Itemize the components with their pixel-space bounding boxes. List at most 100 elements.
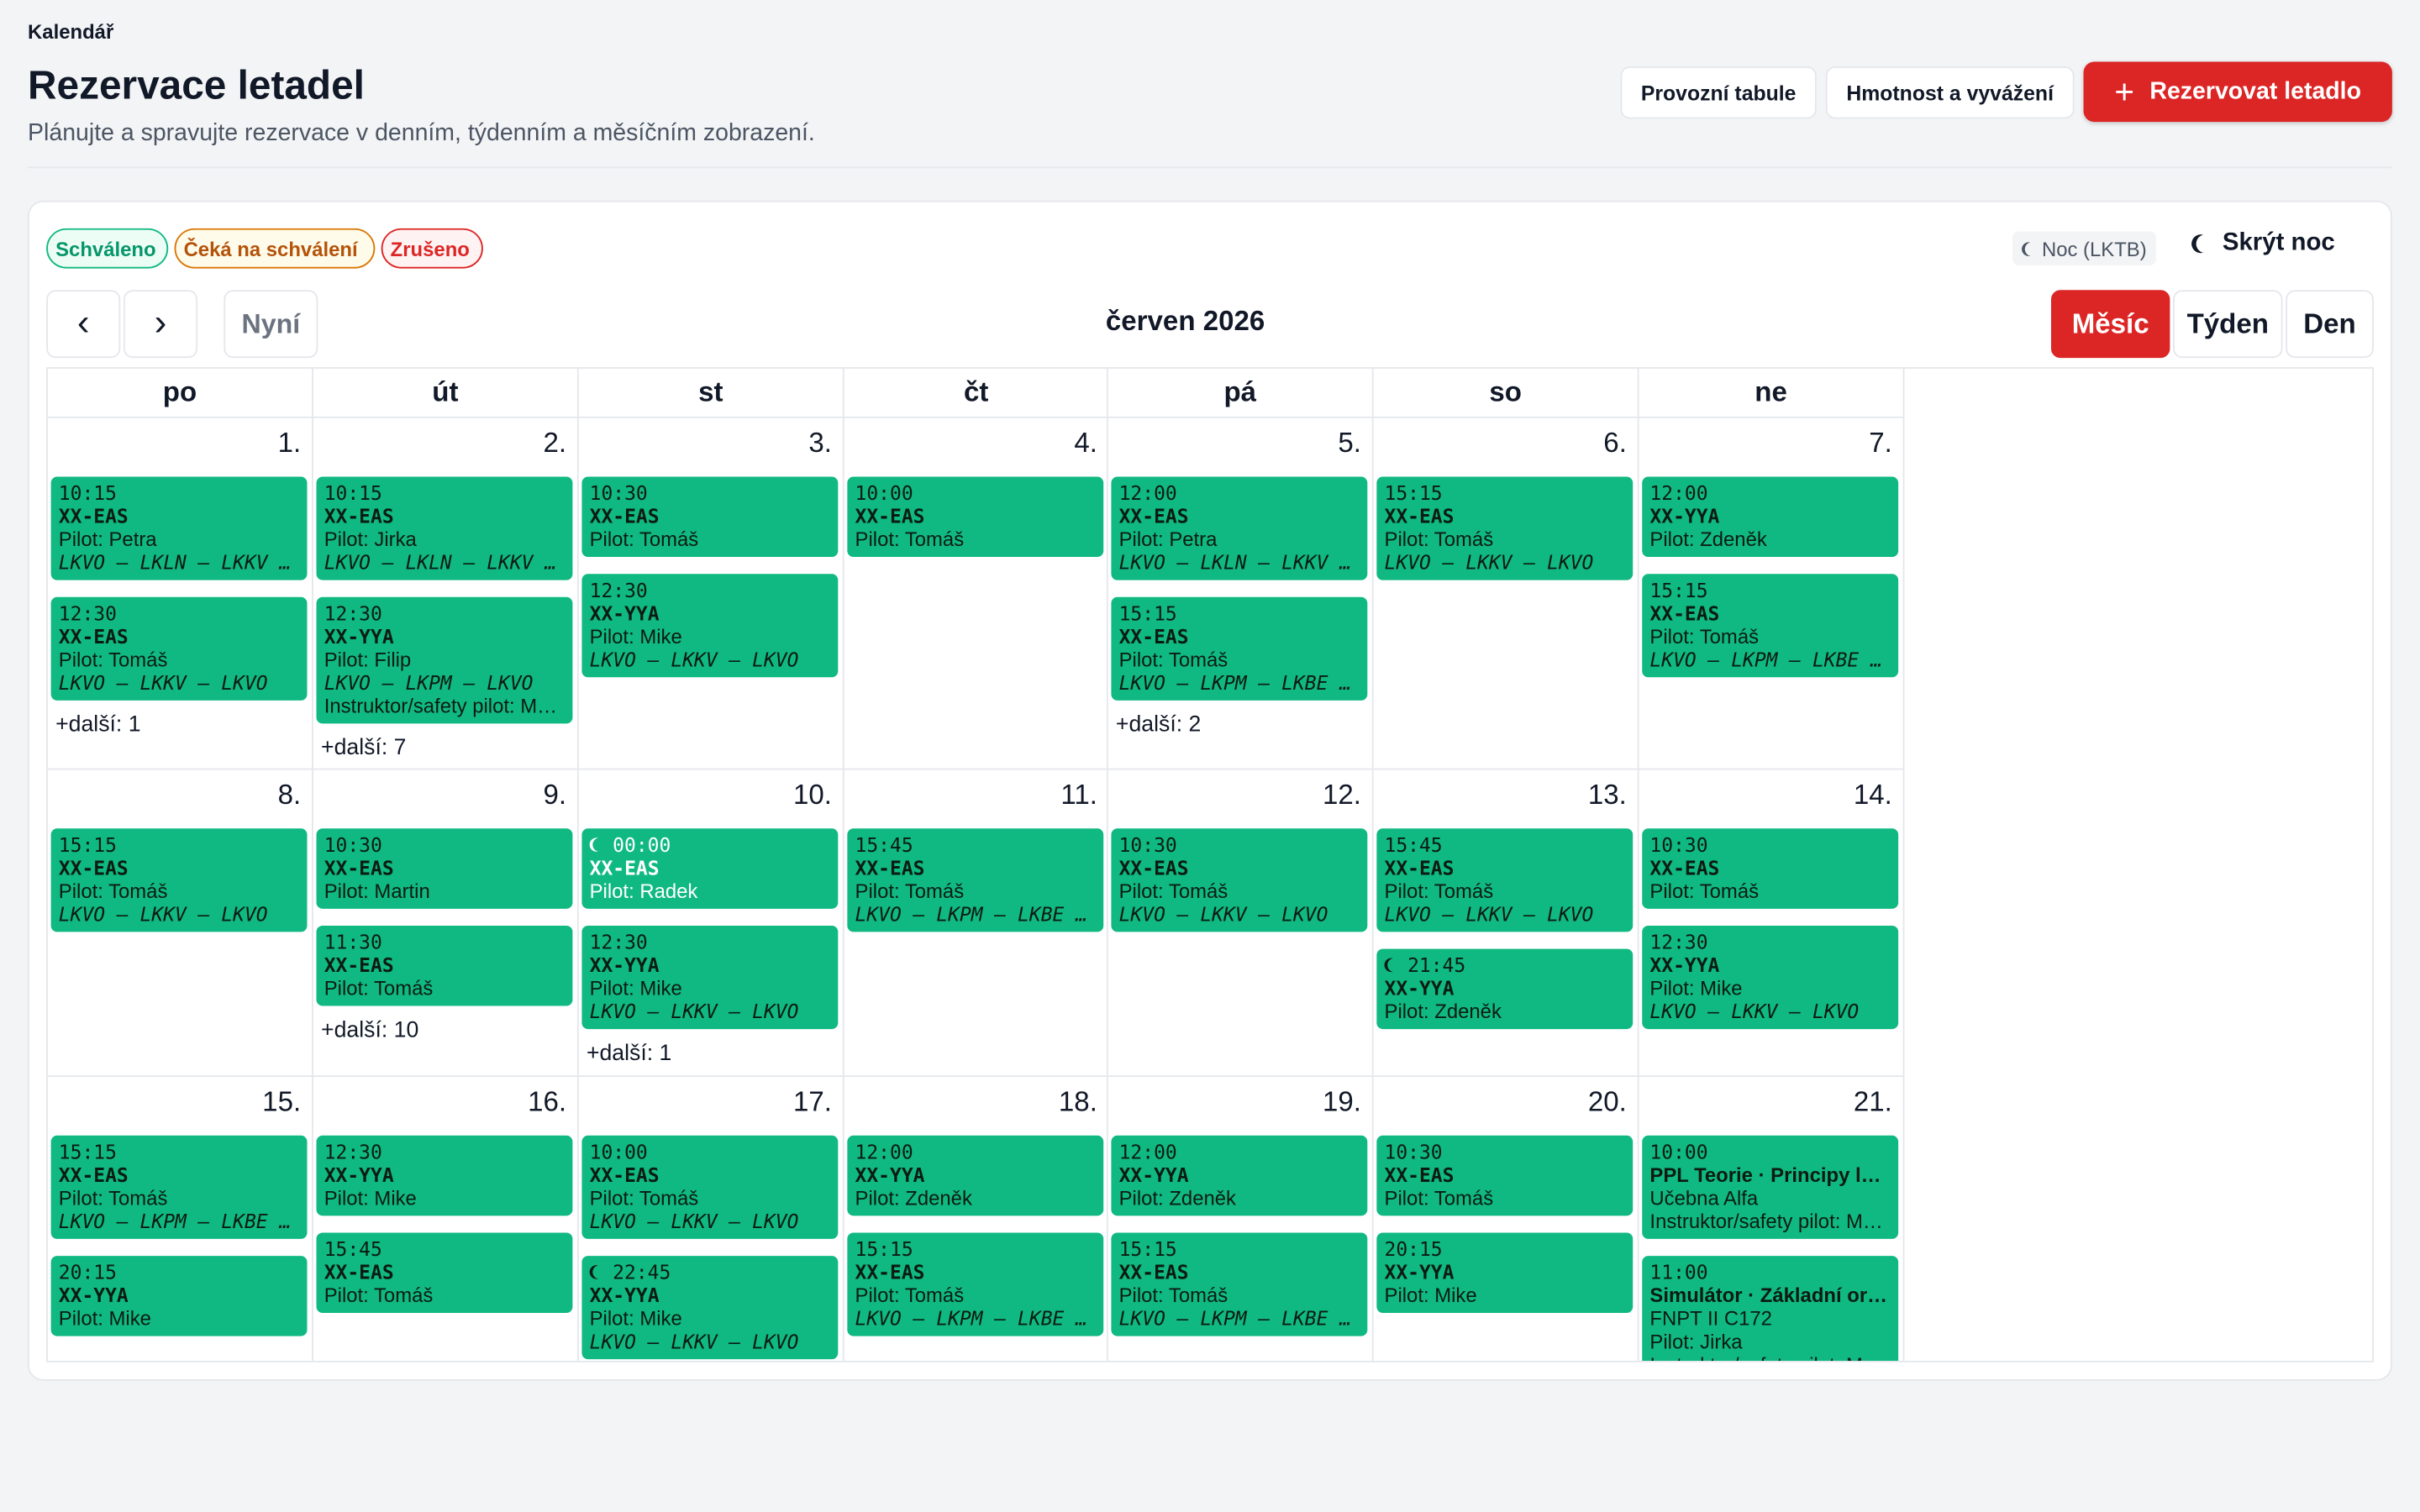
event-time: 15:15 <box>1649 579 1891 602</box>
booking-event[interactable]: 12:30 XX-EAS Pilot: Tomáš LKVO – LKKV – LKV… <box>50 596 308 701</box>
booking-event[interactable]: 12:30 XX-YYA Pilot: Filip LKVO – LKPM – LKV… <box>316 596 573 724</box>
booking-event[interactable]: 12:30 XX-YYA Pilot: Mike LKVO – LKKV – LKVO <box>581 926 839 1030</box>
day-number[interactable]: 17. <box>755 1086 832 1119</box>
event-pilot: Pilot: Tomáš <box>58 1186 168 1210</box>
booking-event[interactable]: 15:15 XX-EAS Pilot: Tomáš LKVO – LKPM – LKB… <box>847 1232 1104 1336</box>
booking-event[interactable]: 12:00 XX-YYA Pilot: Zdeněk <box>1111 1135 1368 1216</box>
day-number[interactable]: 14. <box>1815 780 1892 812</box>
booking-event[interactable]: 20:15 XX-YYA Pilot: Mike <box>50 1256 308 1336</box>
day-number[interactable]: 18. <box>1020 1086 1097 1119</box>
day-number[interactable]: 13. <box>1549 780 1627 812</box>
event-aircraft: XX-EAS <box>855 1260 925 1284</box>
booking-event[interactable]: 12:30 XX-YYA Pilot: Mike LKVO – LKKV – LKVO <box>581 574 839 678</box>
booking-event[interactable]: 10:15 XX-EAS Pilot: Petra LKVO – LKLN – LKK… <box>50 476 308 580</box>
booking-event[interactable]: 10:30 XX-EAS Pilot: Tomáš <box>1642 828 1899 909</box>
day-number[interactable]: 7. <box>1815 428 1892 460</box>
booking-event[interactable]: 15:15 XX-EAS Pilot: Tomáš LKVO – LKPM – LKB… <box>50 1135 308 1239</box>
today-button[interactable]: Nyní <box>224 290 318 359</box>
weight-balance-button[interactable]: Hmotnost a vyvážení <box>1825 66 2075 119</box>
day-number[interactable]: 21. <box>1815 1086 1892 1119</box>
day-number[interactable]: 1. <box>224 428 302 460</box>
more-events-link[interactable]: +další: 1 <box>55 713 140 738</box>
moon-icon <box>2196 234 2215 253</box>
booking-event[interactable]: 22:45 XX-YYA Pilot: Mike LKVO – LKKV – LKVO <box>581 1256 839 1360</box>
booking-event[interactable]: 21:45 XX-YYA Pilot: Zdeněk <box>1376 948 1634 1030</box>
day-number[interactable]: 2. <box>489 428 566 460</box>
view-week-button[interactable]: Týden <box>2173 290 2283 359</box>
event-time-text: 10:15 <box>58 481 117 505</box>
event-time: 10:15 <box>324 481 566 505</box>
event-route: LKVO – LKPM – LKBE – LKVO <box>855 902 1097 927</box>
day-number[interactable]: 9. <box>489 780 566 812</box>
day-number[interactable]: 6. <box>1549 428 1627 460</box>
booking-event[interactable]: 15:45 XX-EAS Pilot: Tomáš <box>316 1232 573 1314</box>
booking-event[interactable]: 12:00 XX-YYA Pilot: Zdeněk <box>847 1135 1104 1216</box>
booking-event[interactable]: 15:15 XX-EAS Pilot: Tomáš LKVO – LKKV – LKV… <box>50 828 308 932</box>
event-time-text: 15:45 <box>324 1237 382 1261</box>
day-number[interactable]: 5. <box>1284 428 1361 460</box>
event-pilot: Pilot: Tomáš <box>855 528 965 551</box>
booking-event[interactable]: 11:00Simulátor · Základní orientaceFNPT … <box>1642 1256 1899 1361</box>
view-month-button[interactable]: Měsíc <box>2050 290 2170 359</box>
day-number[interactable]: 20. <box>1549 1086 1627 1119</box>
more-events-link[interactable]: +další: 1 <box>587 1042 671 1066</box>
day-number[interactable]: 10. <box>755 780 832 812</box>
more-events-link[interactable]: +další: 2 <box>1116 713 1201 738</box>
day-number[interactable]: 11. <box>1020 780 1097 812</box>
booking-event[interactable]: 15:45 XX-EAS Pilot: Tomáš LKVO – LKPM – LKB… <box>847 828 1104 932</box>
moon-icon <box>592 837 607 852</box>
event-time-text: 12:30 <box>589 930 648 954</box>
event-aircraft: XX-EAS <box>324 504 394 528</box>
weekday-header: út <box>432 376 459 407</box>
booking-event[interactable]: 12:00 XX-YYA Pilot: Zdeněk <box>1642 476 1899 558</box>
event-route: LKVO – LKKV – LKVO <box>58 902 268 927</box>
booking-event[interactable]: 12:30 XX-YYA Pilot: Mike <box>316 1135 573 1216</box>
event-aircraft: XX-YYA <box>1649 504 1720 528</box>
more-events-link[interactable]: +další: 10 <box>321 1018 418 1042</box>
hide-night-toggle[interactable]: Skrýt noc <box>2191 230 2335 258</box>
book-aircraft-button[interactable]: + Rezervovat letadlo <box>2083 61 2392 123</box>
prev-month-button[interactable]: ‹ <box>46 290 121 359</box>
booking-event[interactable]: 12:00 XX-EAS Pilot: Petra LKVO – LKLN – LKK… <box>1111 476 1368 580</box>
event-time-text: 11:30 <box>324 930 382 954</box>
booking-event[interactable]: 15:15 XX-EAS Pilot: Tomáš LKVO – LKKV – LKV… <box>1376 476 1634 580</box>
day-number[interactable]: 12. <box>1284 780 1361 812</box>
event-pilot: Pilot: Tomáš <box>324 976 434 1000</box>
view-day-button[interactable]: Den <box>2286 290 2374 359</box>
event-time-text: 15:15 <box>1384 481 1443 505</box>
weekday-header: pá <box>1223 376 1257 407</box>
event-pilot: Pilot: Tomáš <box>1118 648 1228 671</box>
booking-event[interactable]: 20:15 XX-YYA Pilot: Mike <box>1376 1232 1634 1314</box>
day-number[interactable]: 4. <box>1020 428 1097 460</box>
booking-event[interactable]: 15:15 XX-EAS Pilot: Tomáš LKVO – LKPM – LKB… <box>1111 596 1368 701</box>
booking-event[interactable]: 10:15 XX-EAS Pilot: Jirka LKVO – LKLN – LKK… <box>316 476 573 580</box>
booking-event[interactable]: 10:00 XX-EAS Pilot: Tomáš LKVO – LKKV – LKV… <box>581 1135 839 1239</box>
more-events-link[interactable]: +další: 7 <box>321 736 406 760</box>
event-aircraft: XX-EAS <box>324 856 394 879</box>
event-pilot: Pilot: Radek <box>589 879 698 903</box>
booking-event[interactable]: 15:15 XX-EAS Pilot: Tomáš LKVO – LKPM – LKB… <box>1111 1232 1368 1336</box>
next-month-button[interactable]: › <box>123 290 198 359</box>
day-number[interactable]: 19. <box>1284 1086 1361 1119</box>
event-time: 10:30 <box>324 833 566 857</box>
booking-event[interactable]: 10:30 XX-EAS Pilot: Tomáš LKVO – LKKV – LKV… <box>1111 828 1368 932</box>
event-time: 15:15 <box>59 1140 300 1163</box>
day-number[interactable]: 8. <box>224 780 302 812</box>
booking-event[interactable]: 10:30 XX-EAS Pilot: Martin <box>316 828 573 909</box>
booking-event[interactable]: 10:00 XX-EAS Pilot: Tomáš <box>847 476 1104 558</box>
booking-event[interactable]: 00:00 XX-EAS Pilot: Radek <box>581 828 839 909</box>
booking-event[interactable]: 10:00 PPL Teorie · Principy letu Učebna Al… <box>1642 1135 1899 1239</box>
booking-event[interactable]: 11:30 XX-EAS Pilot: Tomáš <box>316 926 573 1006</box>
day-number[interactable]: 15. <box>224 1086 301 1119</box>
booking-event[interactable]: 12:30 XX-YYA Pilot: Mike LKVO – LKKV – LKVO <box>1642 926 1899 1030</box>
booking-event[interactable]: 10:30 XX-EAS Pilot: Tomáš <box>1376 1135 1634 1216</box>
weekday-header: st <box>698 376 723 407</box>
booking-event[interactable]: 15:15 XX-EAS Pilot: Tomáš LKVO – LKPM – LKB… <box>1642 574 1899 678</box>
booking-event[interactable]: 15:45 XX-EAS Pilot: Tomáš LKVO – LKKV – LKV… <box>1376 828 1634 932</box>
event-time-text: 15:15 <box>855 1237 913 1261</box>
day-number[interactable]: 16. <box>489 1086 566 1119</box>
day-number[interactable]: 3. <box>755 428 832 460</box>
event-aircraft: XX-YYA <box>1384 976 1455 1000</box>
operations-board-button[interactable]: Provozní tabule <box>1620 66 1817 119</box>
booking-event[interactable]: 10:30 XX-EAS Pilot: Tomáš <box>581 476 839 558</box>
